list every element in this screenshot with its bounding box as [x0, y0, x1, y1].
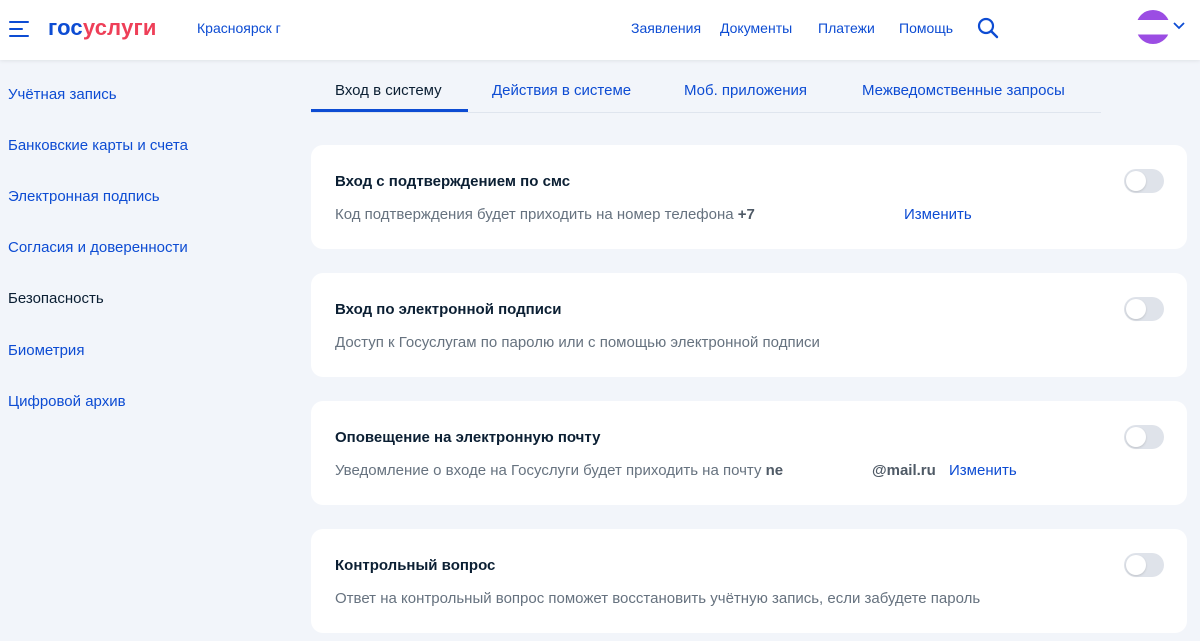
setting-card-sms-login: Вход с подтверждением по смс Код подтвер… — [311, 145, 1187, 249]
sidebar-item-security[interactable]: Безопасность — [8, 290, 104, 307]
tab-interagency-requests[interactable]: Межведомственные запросы — [862, 82, 1065, 99]
security-question-toggle[interactable] — [1124, 553, 1164, 577]
sidebar-item-consents[interactable]: Согласия и доверенности — [8, 239, 188, 256]
nav-help[interactable]: Помощь — [899, 20, 953, 36]
change-phone-link[interactable]: Изменить — [904, 206, 972, 223]
nav-documents[interactable]: Документы — [720, 20, 792, 36]
email-notification-toggle[interactable] — [1124, 425, 1164, 449]
phone-value: +7 — [737, 206, 755, 223]
tab-mobile-apps[interactable]: Моб. приложения — [684, 82, 807, 99]
logo-part-uslugi: услуги — [82, 15, 157, 40]
city-selector[interactable]: Красноярск г — [197, 20, 281, 36]
setting-title: Вход с подтверждением по смс — [335, 173, 571, 190]
logo-part-gos: гос — [48, 15, 83, 40]
email-prefix: ne — [765, 462, 784, 479]
setting-card-e-signature-login: Вход по электронной подписи Доступ к Гос… — [311, 273, 1187, 377]
burger-menu-icon[interactable] — [9, 21, 31, 39]
sidebar-item-account[interactable]: Учётная запись — [8, 86, 117, 103]
setting-title: Оповещение на электронную почту — [335, 429, 601, 446]
setting-description-text: Уведомление о входе на Госуслуги будет п… — [335, 462, 766, 479]
avatar[interactable] — [1136, 10, 1170, 44]
active-tab-indicator — [311, 109, 468, 112]
setting-description: Уведомление о входе на Госуслуги будет п… — [335, 462, 783, 479]
setting-card-email-notification: Оповещение на электронную почту Уведомле… — [311, 401, 1187, 505]
tab-login[interactable]: Вход в систему — [335, 82, 442, 99]
chevron-down-icon[interactable] — [1172, 19, 1186, 33]
nav-applications[interactable]: Заявления — [631, 20, 701, 36]
change-email-link[interactable]: Изменить — [949, 462, 1017, 479]
sidebar-item-digital-archive[interactable]: Цифровой архив — [8, 393, 126, 410]
search-icon[interactable] — [976, 16, 1000, 40]
setting-description: Ответ на контрольный вопрос поможет восс… — [335, 590, 981, 607]
setting-description-text: Код подтверждения будет приходить на ном… — [335, 206, 738, 223]
tabs-divider — [311, 112, 1101, 113]
e-signature-login-toggle[interactable] — [1124, 297, 1164, 321]
header: госуслуги Красноярск г Заявления Докумен… — [0, 0, 1200, 60]
setting-card-security-question: Контрольный вопрос Ответ на контрольный … — [311, 529, 1187, 633]
sms-login-toggle[interactable] — [1124, 169, 1164, 193]
logo[interactable]: госуслуги — [48, 15, 157, 41]
setting-title: Контрольный вопрос — [335, 557, 496, 574]
setting-description: Код подтверждения будет приходить на ном… — [335, 206, 755, 223]
email-domain: @mail.ru — [872, 462, 936, 479]
sidebar-item-biometrics[interactable]: Биометрия — [8, 342, 84, 359]
setting-description: Доступ к Госуслугам по паролю или с помо… — [335, 334, 820, 351]
sidebar-item-e-signature[interactable]: Электронная подпись — [8, 188, 160, 205]
email-domain-value: @mail.ru — [872, 462, 936, 479]
nav-payments[interactable]: Платежи — [818, 20, 875, 36]
tab-actions[interactable]: Действия в системе — [492, 82, 631, 99]
setting-title: Вход по электронной подписи — [335, 301, 562, 318]
sidebar-item-bank-cards[interactable]: Банковские карты и счета — [8, 137, 188, 154]
